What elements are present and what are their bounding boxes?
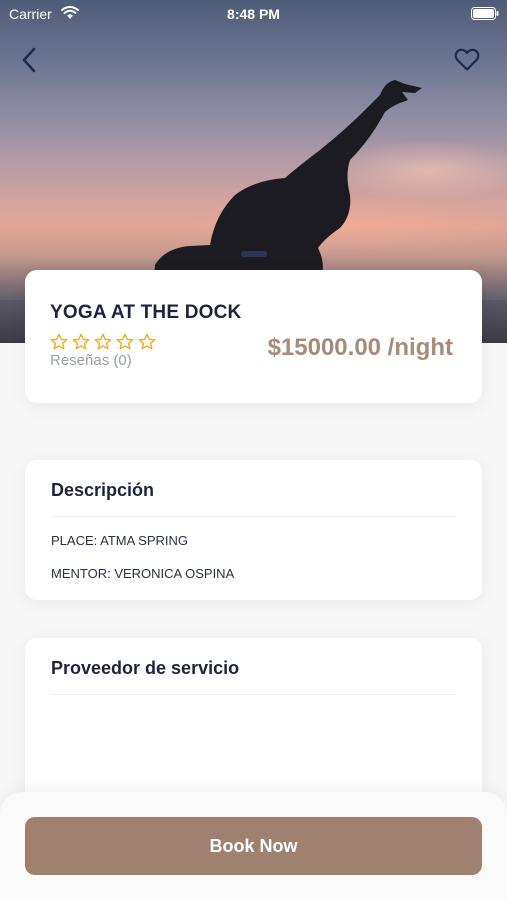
- price-label: $15000.00 /night: [267, 334, 453, 361]
- mentor-line: MENTOR: VERONICA OSPINA: [51, 566, 235, 581]
- description-title: Descripción: [51, 480, 155, 500]
- bottom-action-bar: Book Now: [0, 792, 507, 900]
- heart-outline-icon: [454, 48, 480, 71]
- event-summary-card: YOGA AT THE DOCK Reseñas (0) $15000.00 /…: [25, 270, 482, 403]
- status-time: 8:48 PM: [227, 6, 280, 22]
- reviews-link[interactable]: Reseñas (0): [50, 352, 132, 369]
- star-outline-icon: [138, 333, 156, 350]
- provider-title: Proveedor de servicio: [51, 658, 240, 678]
- favorite-button[interactable]: [453, 46, 481, 74]
- star-outline-icon: [94, 333, 112, 350]
- place-line: PLACE: ATMA SPRING: [51, 533, 189, 548]
- description-card: Descripción PLACE: ATMA SPRING MENTOR: V…: [25, 460, 482, 600]
- book-now-button[interactable]: Book Now: [25, 817, 482, 875]
- page-indicator: [241, 251, 267, 257]
- divider: [51, 516, 456, 517]
- back-button[interactable]: [14, 45, 44, 75]
- star-outline-icon: [72, 333, 90, 350]
- battery-icon: [471, 7, 499, 20]
- event-title: YOGA AT THE DOCK: [50, 302, 242, 323]
- divider: [51, 694, 456, 695]
- status-bar: Carrier 8:48 PM: [0, 0, 507, 28]
- star-outline-icon: [50, 333, 68, 350]
- chevron-left-icon: [22, 47, 36, 73]
- star-outline-icon: [116, 333, 134, 350]
- rating-stars: [50, 333, 156, 351]
